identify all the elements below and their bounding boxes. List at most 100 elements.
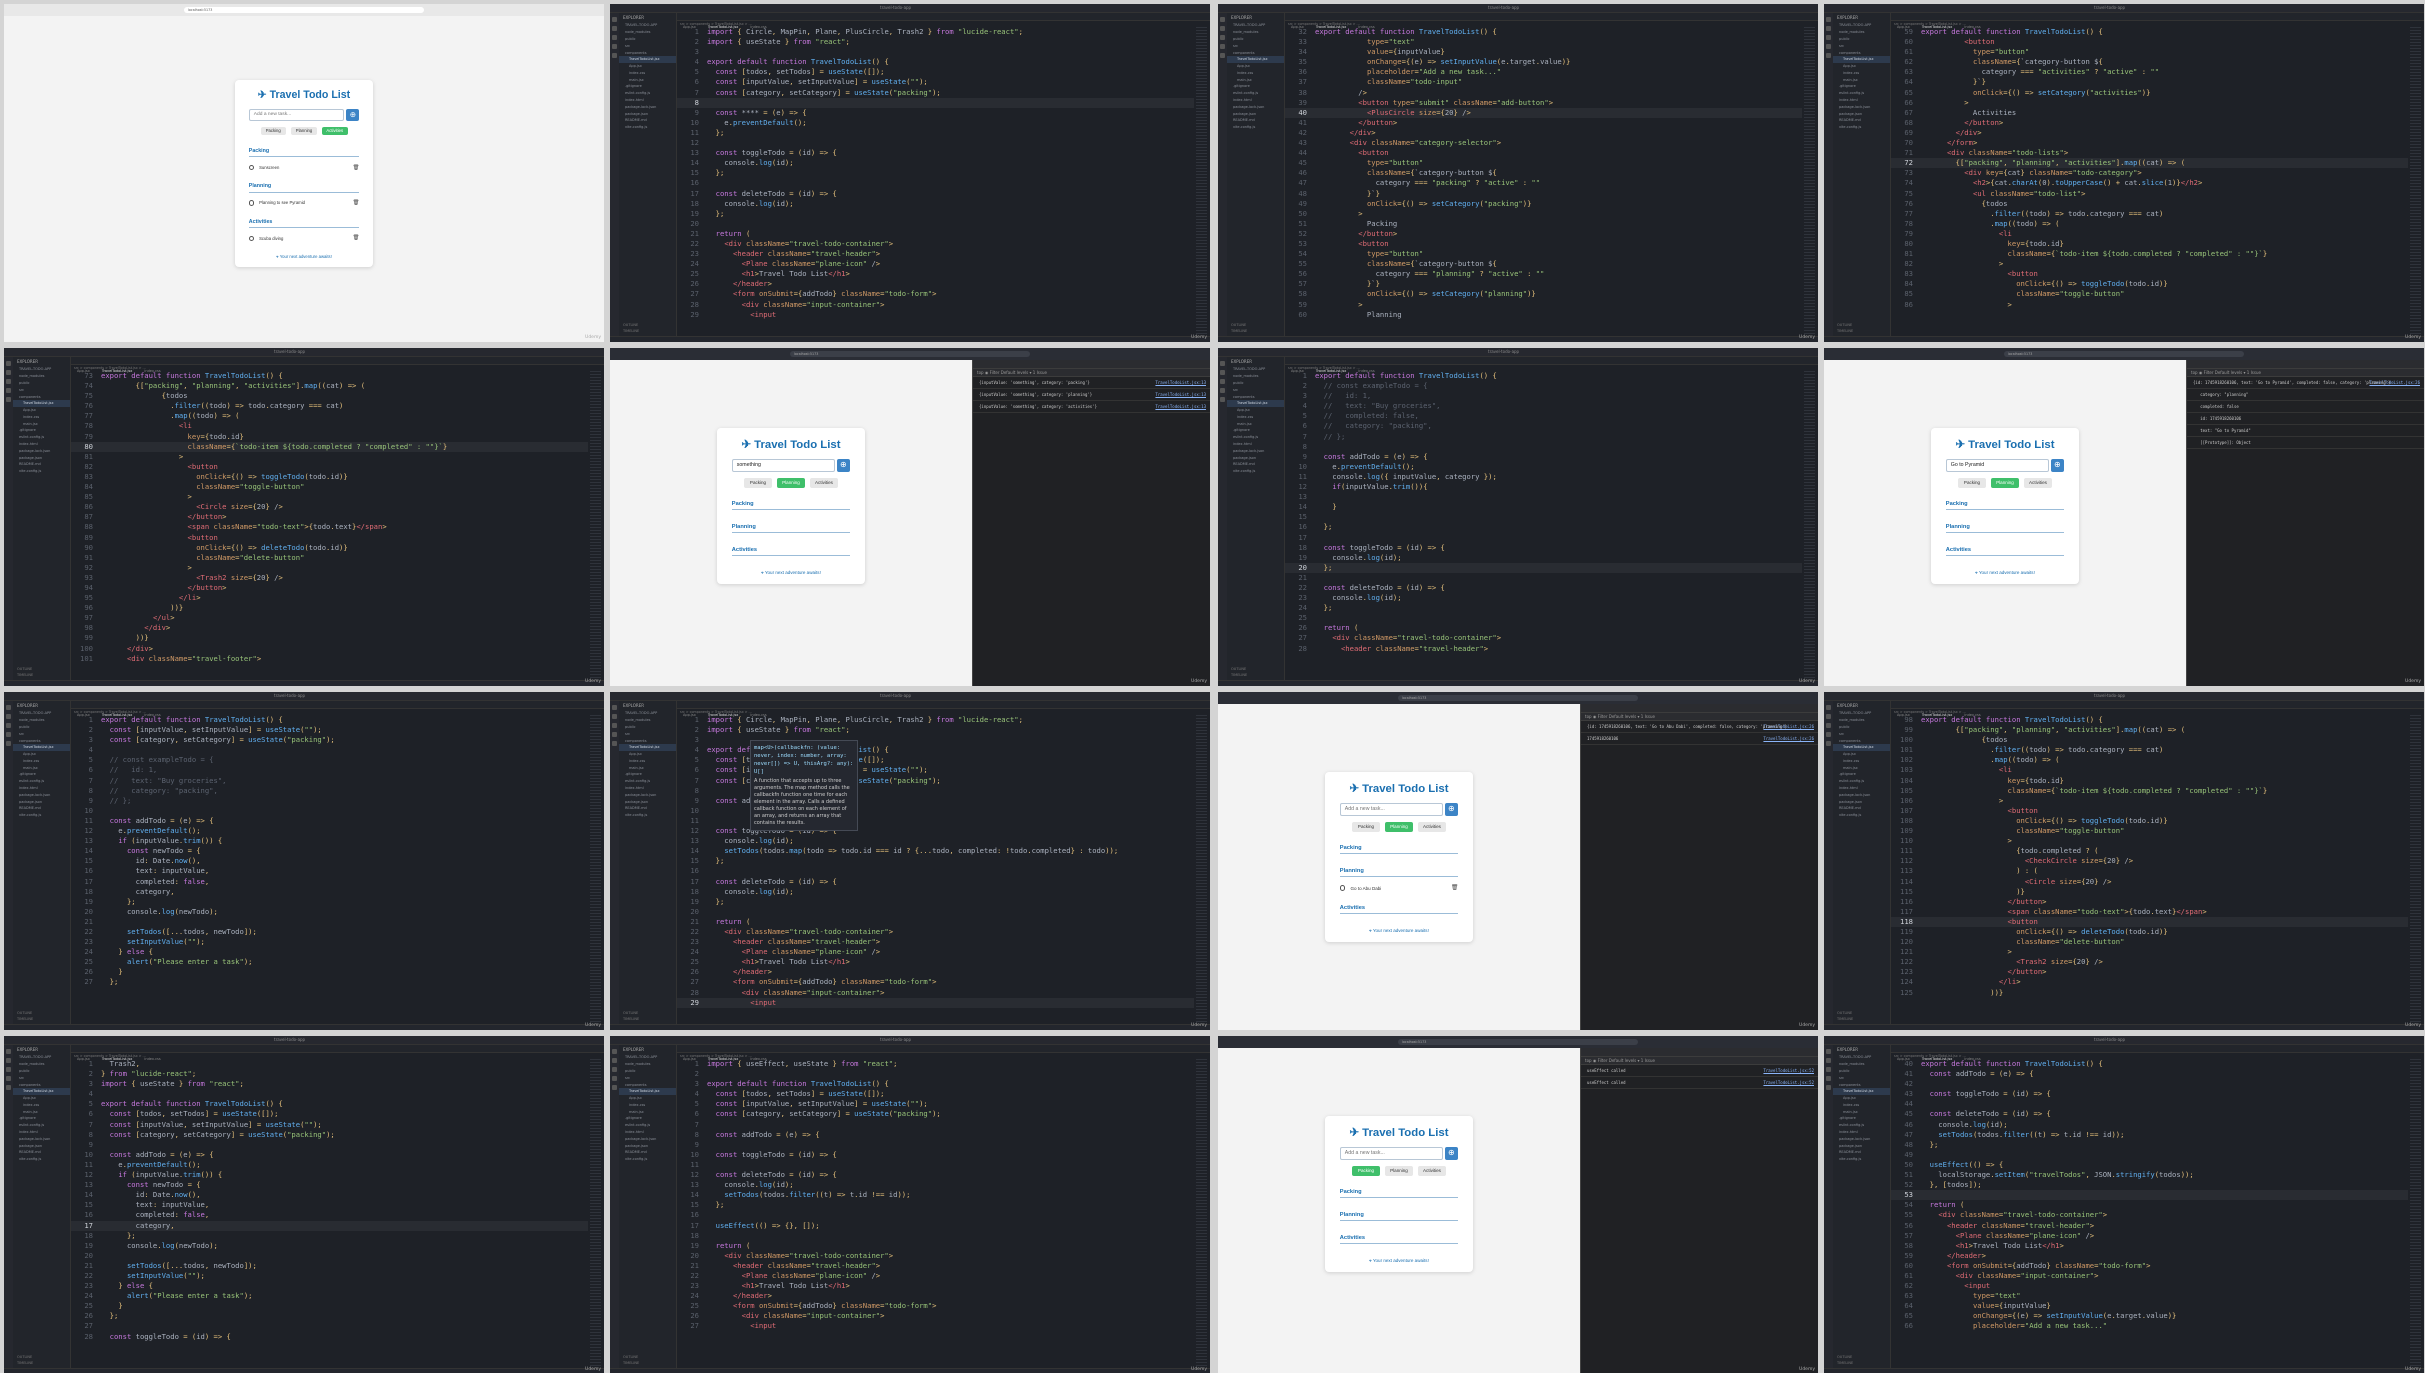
address-bar[interactable]: localhost:5173 xyxy=(790,351,1030,357)
file-tree-item[interactable]: index.css xyxy=(1833,69,1890,76)
code-line[interactable]: 37 className="todo-input" xyxy=(1285,77,1802,87)
code-line[interactable]: 10 const addTodo = (e) => { xyxy=(71,1150,588,1160)
file-tree-item[interactable]: main.jsx xyxy=(619,1108,676,1115)
file-tree-item[interactable]: .gitignore xyxy=(619,1115,676,1122)
code-line[interactable]: 11 xyxy=(677,1160,1194,1170)
file-tree-item[interactable]: node_modules xyxy=(619,1061,676,1068)
code-line[interactable]: 1 import { Circle, MapPin, Plane, PlusCir… xyxy=(677,27,1194,37)
code-line[interactable]: 21 return ( xyxy=(677,229,1194,239)
file-tree-item[interactable]: vite.config.js xyxy=(1227,124,1284,131)
window-controls[interactable] xyxy=(1827,6,1847,21)
code-line[interactable]: 53 <button xyxy=(1285,239,1802,249)
file-tree-item[interactable]: .gitignore xyxy=(1227,427,1284,434)
code-line[interactable]: 61 type="button" xyxy=(1891,47,2408,57)
code-line[interactable]: 27 <form onSubmit={addTodo} className="t… xyxy=(677,289,1194,299)
category-button-activities[interactable]: Activities xyxy=(2024,478,2052,488)
code-line[interactable]: 57 }`} xyxy=(1285,279,1802,289)
code-line[interactable]: 2 xyxy=(677,1069,1194,1079)
code-line[interactable]: 20 xyxy=(71,1251,588,1261)
code-line[interactable]: 59 > xyxy=(1285,300,1802,310)
code-line[interactable]: 24 }; xyxy=(1285,603,1802,613)
code-line[interactable]: 1 Trash2, xyxy=(71,1059,588,1069)
file-tree-item[interactable]: node_modules xyxy=(1227,373,1284,380)
source-control-icon[interactable] xyxy=(1220,35,1225,40)
code-line[interactable]: 92 > xyxy=(71,563,588,573)
search-icon[interactable] xyxy=(1826,26,1831,31)
file-tree-item[interactable]: App.jsx xyxy=(13,407,70,414)
code-line[interactable]: 56 <header className="travel-header"> xyxy=(1891,1221,2408,1231)
timeline-section[interactable]: TIMELINE xyxy=(1231,328,1280,334)
code-line[interactable]: 8 xyxy=(1285,442,1802,452)
file-tree-item[interactable]: public xyxy=(13,380,70,387)
code-line[interactable]: 45 type="button" xyxy=(1285,158,1802,168)
code-line[interactable]: 18 category, xyxy=(71,887,588,897)
file-tree-item[interactable]: index.css xyxy=(13,1101,70,1108)
code-line[interactable]: 10 xyxy=(71,806,588,816)
code-editor[interactable]: 1 Trash2, 2} from "lucide-react"; 3 import … xyxy=(71,1059,588,1367)
code-line[interactable]: 35 onChange={(e) => setInputValue(e.targ… xyxy=(1285,57,1802,67)
code-line[interactable]: 16 xyxy=(677,1210,1194,1220)
file-tree-item[interactable]: App.jsx xyxy=(1227,63,1284,70)
code-line[interactable]: 20 console.log(newTodo); xyxy=(71,907,588,917)
file-tree-item[interactable]: index.css xyxy=(13,413,70,420)
code-line[interactable]: 115 )} xyxy=(1891,887,2408,897)
code-line[interactable]: 8 const [category, setCategory] = useSta… xyxy=(71,1130,588,1140)
file-tree-item[interactable]: .gitignore xyxy=(13,1115,70,1122)
source-control-icon[interactable] xyxy=(612,723,617,728)
file-tree-item[interactable]: App.jsx xyxy=(619,751,676,758)
code-line[interactable]: 94 </button> xyxy=(71,583,588,593)
code-line[interactable]: 25 xyxy=(1285,613,1802,623)
file-tree-item[interactable]: eslint.config.js xyxy=(13,434,70,441)
code-line[interactable]: 22 const deleteTodo = (id) => { xyxy=(1285,583,1802,593)
code-line[interactable]: 4 export default function TravelTodoList(… xyxy=(677,57,1194,67)
code-line[interactable]: 2} from "lucide-react"; xyxy=(71,1069,588,1079)
file-tree-item[interactable]: node_modules xyxy=(619,717,676,724)
code-line[interactable]: 16 xyxy=(677,866,1194,876)
category-button-activities[interactable]: Activities xyxy=(1418,822,1446,832)
code-line[interactable]: 5 const [inputValue, setInputValue] = us… xyxy=(677,1099,1194,1109)
code-line[interactable]: 7 // }; xyxy=(1285,432,1802,442)
code-line[interactable]: 98 </div> xyxy=(71,623,588,633)
search-icon[interactable] xyxy=(1826,1058,1831,1063)
code-line[interactable]: 64 }`} xyxy=(1891,77,2408,87)
file-tree-item[interactable]: TravelTodoList.jsx xyxy=(1227,55,1284,63)
code-line[interactable]: 46 console.log(id); xyxy=(1891,1120,2408,1130)
code-line[interactable]: 3 const [category, setCategory] = useSta… xyxy=(71,735,588,745)
file-tree-item[interactable]: TravelTodoList.jsx xyxy=(619,1087,676,1095)
timeline-section[interactable]: TIMELINE xyxy=(1231,672,1280,678)
category-button-planning[interactable]: Planning xyxy=(1385,822,1413,832)
run-icon[interactable] xyxy=(1826,732,1831,737)
code-line[interactable]: 26 </header> xyxy=(677,279,1194,289)
code-line[interactable]: 46 className={`category-button ${ xyxy=(1285,168,1802,178)
code-line[interactable]: 107 <button xyxy=(1891,806,2408,816)
code-line[interactable]: 15 }; xyxy=(677,168,1194,178)
file-tree-item[interactable]: public xyxy=(13,1068,70,1075)
code-line[interactable]: 3 export default function TravelTodoList(… xyxy=(677,1079,1194,1089)
window-controls[interactable] xyxy=(613,694,633,709)
code-line[interactable]: 71 <div className="todo-lists"> xyxy=(1891,148,2408,158)
file-tree-item[interactable]: src xyxy=(1833,42,1890,49)
run-icon[interactable] xyxy=(612,44,617,49)
code-line[interactable]: 117 <span className="todo-text">{todo.te… xyxy=(1891,907,2408,917)
code-line[interactable]: 8 xyxy=(677,97,1194,108)
file-tree-item[interactable]: package.json xyxy=(1833,110,1890,117)
code-line[interactable]: 47 setTodos(todos.filter((t) => t.id !==… xyxy=(1891,1130,2408,1140)
address-bar[interactable]: localhost:5173 xyxy=(184,7,424,13)
add-button[interactable]: ⊕ xyxy=(1444,1147,1459,1160)
code-line[interactable]: 24 <Plane className="plane-icon" /> xyxy=(677,259,1194,269)
file-tree-item[interactable]: package.json xyxy=(619,798,676,805)
code-line[interactable]: 43 const toggleTodo = (id) => { xyxy=(1891,1089,2408,1099)
source-control-icon[interactable] xyxy=(1826,35,1831,40)
file-tree-item[interactable]: index.css xyxy=(619,1101,676,1108)
code-line[interactable]: 19 }; xyxy=(71,897,588,907)
code-line[interactable]: 50 > xyxy=(1285,209,1802,219)
file-tree-item[interactable]: TravelTodoList.jsx xyxy=(13,1087,70,1095)
code-line[interactable]: 23 console.log(id); xyxy=(1285,593,1802,603)
file-tree-item[interactable]: src xyxy=(13,386,70,393)
circle-icon[interactable] xyxy=(248,200,255,206)
source-control-icon[interactable] xyxy=(612,35,617,40)
window-controls[interactable] xyxy=(7,694,27,709)
source-control-icon[interactable] xyxy=(6,723,11,728)
file-tree-item[interactable]: public xyxy=(1227,36,1284,43)
code-editor[interactable]: 1 import { useEffect, useState } from "re… xyxy=(677,1059,1194,1367)
